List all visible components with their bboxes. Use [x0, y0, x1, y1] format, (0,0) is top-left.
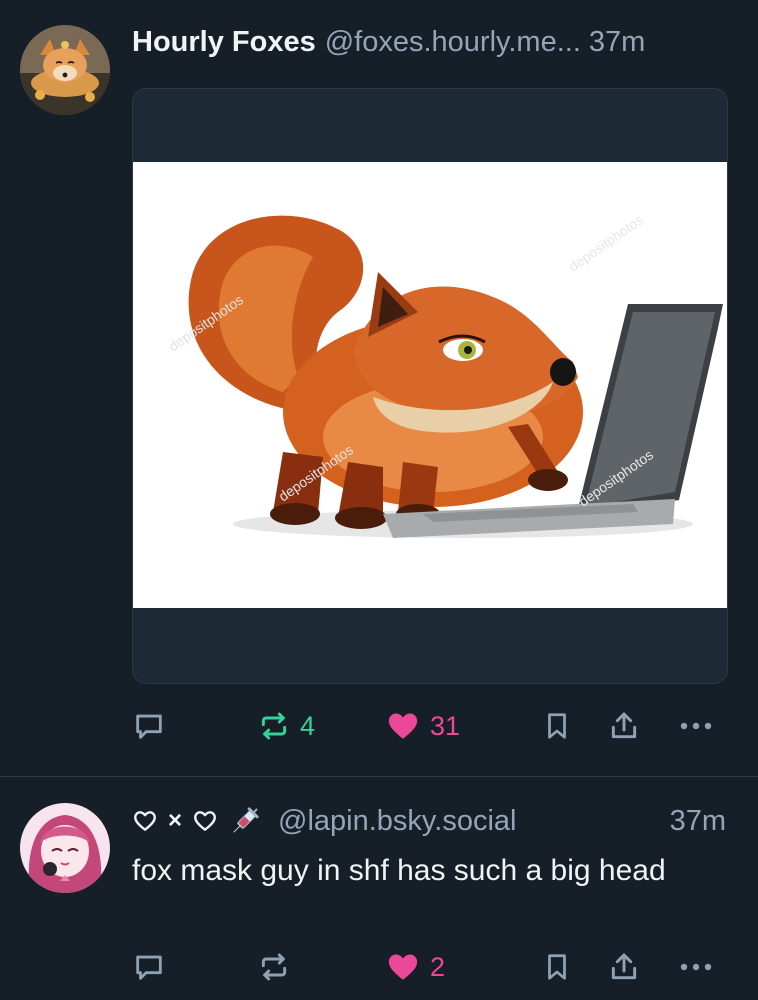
repost-button[interactable]: 4 [258, 706, 315, 746]
share-icon [611, 953, 637, 980]
repost-icon [261, 712, 287, 740]
times-symbol: × [168, 807, 183, 834]
handle[interactable]: @lapin.bsky.social [278, 805, 516, 838]
reply-icon [136, 714, 162, 739]
post-header: × @lapin.bsky.social 37m [132, 801, 726, 841]
share-icon [611, 712, 637, 739]
avatar[interactable] [20, 25, 110, 115]
repost-button[interactable] [258, 947, 290, 987]
like-button[interactable]: 31 [386, 706, 460, 746]
post-actions: 4 31 [132, 706, 726, 746]
white-heart-icon [134, 811, 156, 831]
like-count: 2 [430, 951, 446, 982]
like-count: 31 [430, 710, 461, 741]
syringe-icon [233, 807, 259, 833]
post-actions: 2 [132, 947, 726, 987]
post-lapin[interactable]: × @lapin.bsky.social 37m fox mask guy in… [0, 777, 758, 1000]
bookmark-icon [548, 954, 566, 980]
timestamp[interactable]: 37m [589, 26, 645, 59]
post-header: Hourly Foxes @foxes.hourly.me... 37m [132, 26, 726, 66]
reply-button[interactable] [132, 947, 166, 987]
handle[interactable]: @foxes.hourly.me... [325, 26, 581, 59]
like-button[interactable]: 2 [386, 947, 445, 987]
share-button[interactable] [608, 706, 640, 746]
timestamp[interactable]: 37m [660, 805, 726, 838]
repost-count: 4 [300, 710, 316, 741]
avatar[interactable] [20, 803, 110, 893]
reply-button[interactable] [132, 706, 166, 746]
more-options-button[interactable] [678, 947, 714, 987]
more-options-button[interactable] [678, 706, 714, 746]
display-name[interactable]: × [132, 804, 262, 838]
repost-icon [261, 953, 287, 981]
post-hourly-foxes[interactable]: Hourly Foxes @foxes.hourly.me... 37m dep… [0, 0, 758, 776]
bookmark-button[interactable] [542, 947, 572, 987]
fox-laptop-image[interactable]: depositphotos depositphotos depositphoto… [133, 162, 727, 608]
more-icon [680, 963, 712, 971]
image-embed[interactable]: depositphotos depositphotos depositphoto… [132, 88, 728, 684]
white-heart-icon [194, 811, 216, 831]
display-name[interactable]: Hourly Foxes [132, 26, 316, 59]
heart-icon [388, 713, 418, 739]
bookmark-button[interactable] [542, 706, 572, 746]
post-text: fox mask guy in shf has such a big head [132, 854, 666, 887]
bookmark-icon [548, 713, 566, 739]
more-icon [680, 722, 712, 730]
heart-icon [388, 954, 418, 980]
share-button[interactable] [608, 947, 640, 987]
reply-icon [136, 955, 162, 980]
